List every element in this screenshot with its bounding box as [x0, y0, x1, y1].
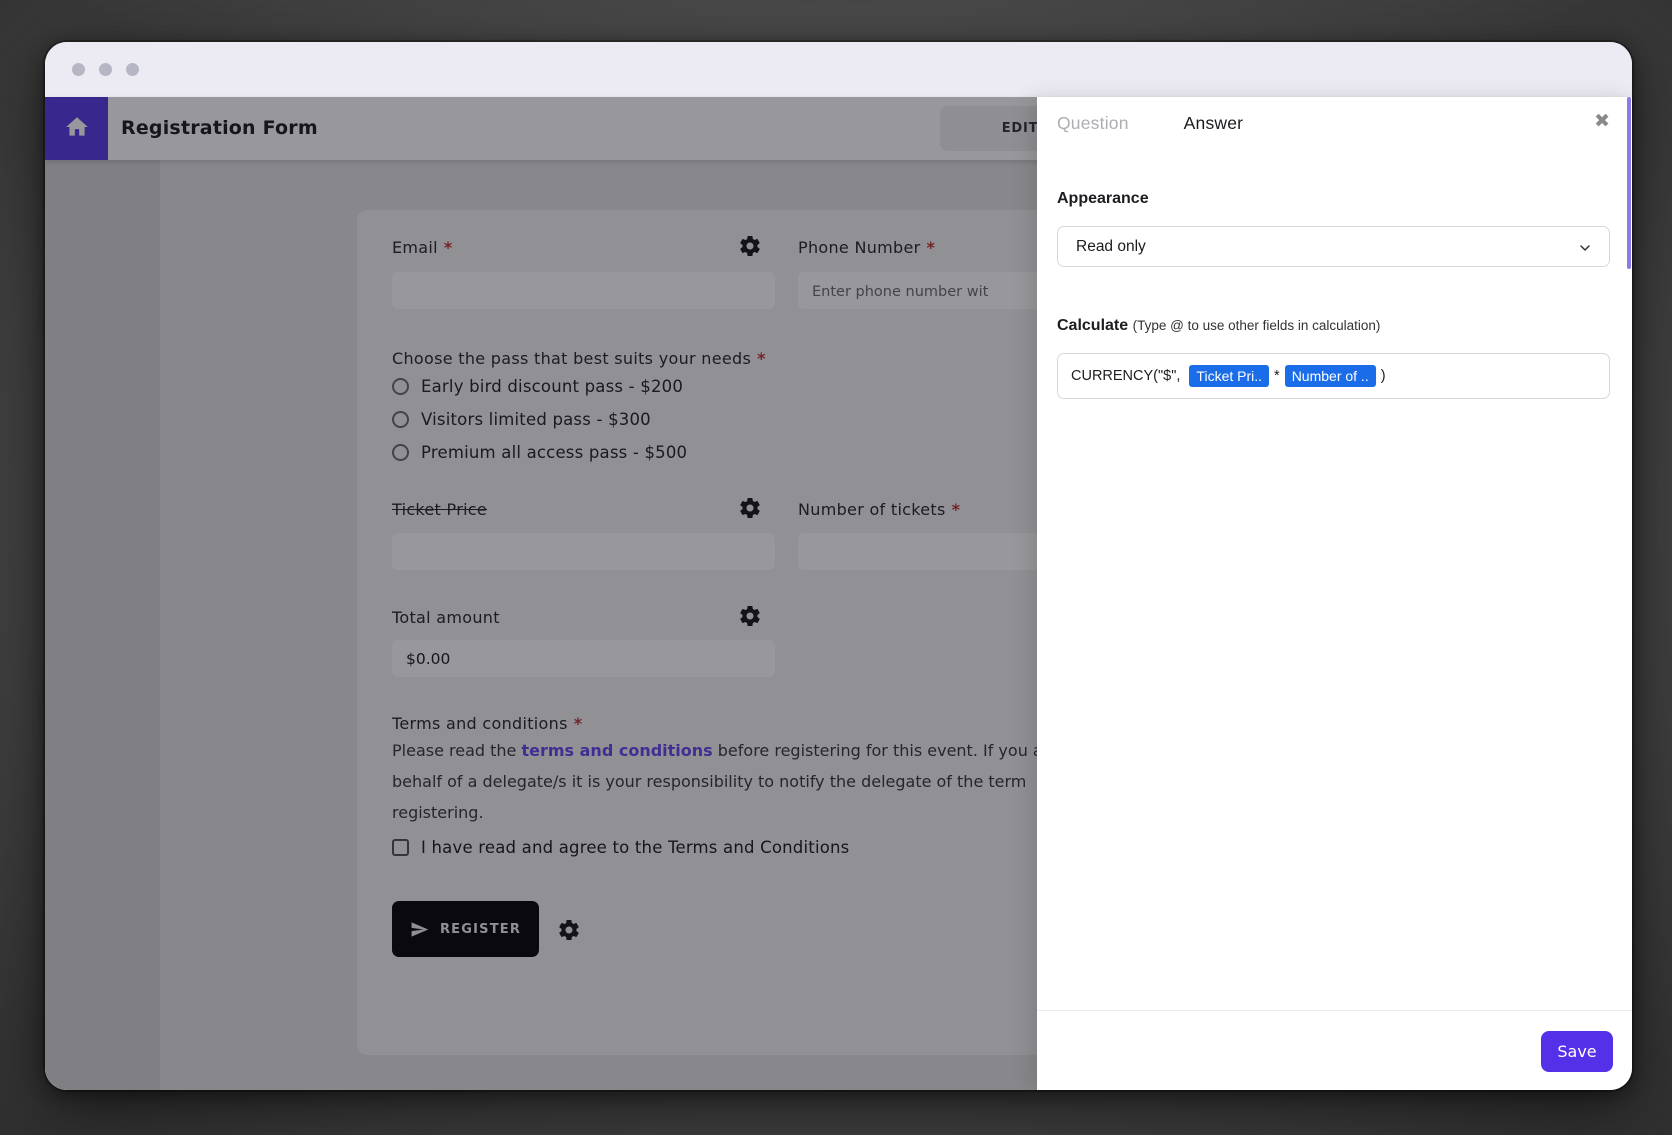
formula-suffix: ) [1381, 368, 1386, 384]
tab-question[interactable]: Question [1057, 113, 1129, 134]
app-area: Registration Form EDIT Email* Phone Numb… [45, 97, 1632, 1090]
drawer-footer: Save [1037, 1010, 1632, 1090]
save-button[interactable]: Save [1541, 1031, 1613, 1072]
appearance-label: Appearance [1057, 190, 1149, 208]
drawer-scrollbar[interactable] [1627, 97, 1631, 269]
formula-operator: * [1274, 368, 1280, 384]
field-chip-ticket-price[interactable]: Ticket Pri.. [1189, 365, 1269, 387]
calculate-hint: (Type @ to use other fields in calculati… [1133, 318, 1381, 333]
calculate-label: Calculate (Type @ to use other fields in… [1057, 317, 1380, 335]
appearance-selected-value: Read only [1076, 238, 1146, 256]
app-window: Registration Form EDIT Email* Phone Numb… [45, 42, 1632, 1090]
formula-prefix: CURRENCY("$", [1071, 368, 1184, 384]
settings-drawer: Question Answer ✖ Appearance Read only C… [1037, 97, 1632, 1090]
window-control-dot[interactable] [126, 63, 139, 76]
field-chip-number-of-tickets[interactable]: Number of .. [1285, 365, 1376, 387]
tab-answer[interactable]: Answer [1184, 113, 1244, 134]
appearance-select[interactable]: Read only [1057, 226, 1610, 267]
chevron-down-icon [1577, 240, 1593, 261]
window-control-dot[interactable] [99, 63, 112, 76]
window-control-dot[interactable] [72, 63, 85, 76]
calculate-formula-input[interactable]: CURRENCY("$", Ticket Pri.. * Number of .… [1057, 353, 1610, 399]
window-titlebar [45, 42, 1632, 97]
close-icon[interactable]: ✖ [1594, 110, 1610, 132]
drawer-tabs: Question Answer [1057, 113, 1243, 134]
